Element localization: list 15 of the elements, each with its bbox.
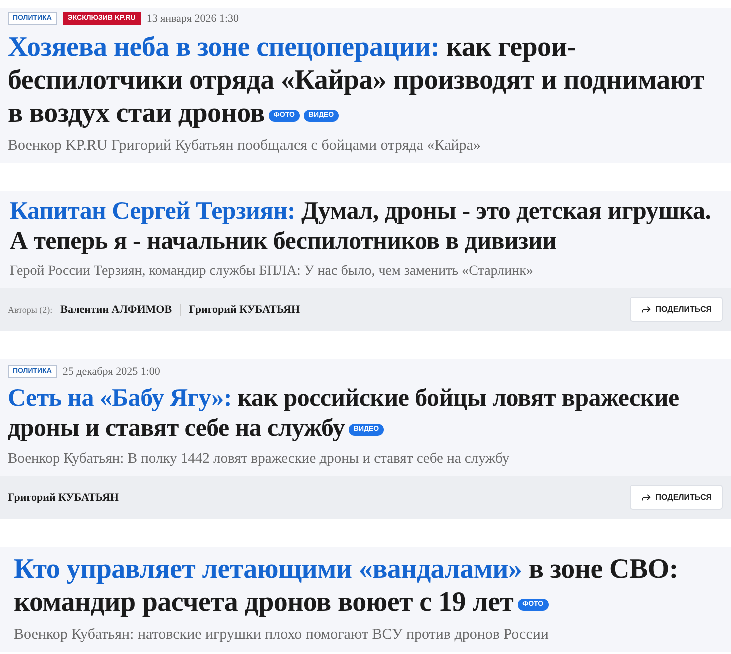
share-icon xyxy=(640,304,652,316)
author-link[interactable]: Валентин АЛФИМОВ xyxy=(60,304,172,316)
article-subtitle: Военкор Кубатьян: натовские игрушки плохо помогают ВСУ против дронов России xyxy=(14,627,550,644)
share-icon xyxy=(640,492,652,504)
author-link[interactable]: Григорий КУБАТЬЯН xyxy=(8,492,119,504)
article-subtitle: Военкор Кубатьян: В полку 1442 ловят вражеские дроны и ставят себе на службу xyxy=(8,451,511,468)
author-link[interactable]: Григорий КУБАТЬЯН xyxy=(180,304,300,316)
article-date: 13 января 2026 1:30 xyxy=(146,12,240,24)
authors-label: Авторы (2): xyxy=(8,304,53,315)
article-date: 25 декабря 2025 1:00 xyxy=(62,366,160,378)
article-subtitle: Герой России Терзиян, командир службы БПЛА: У нас было, чем заменить «Старлинк» xyxy=(10,264,534,280)
share-button[interactable]: ПОДЕЛИТЬСЯ xyxy=(630,297,723,322)
share-button[interactable]: ПОДЕЛИТЬСЯ xyxy=(630,485,723,510)
article-subtitle: Военкор KP.RU Григорий Кубатьян пообщался с бойцами отряда «Кайра» xyxy=(8,138,482,156)
article-headline[interactable]: Капитан Сергей Терзиян: Думал, дроны - это детская игрушка. А теперь я - начальник беспилотников в дивизии xyxy=(10,197,723,256)
